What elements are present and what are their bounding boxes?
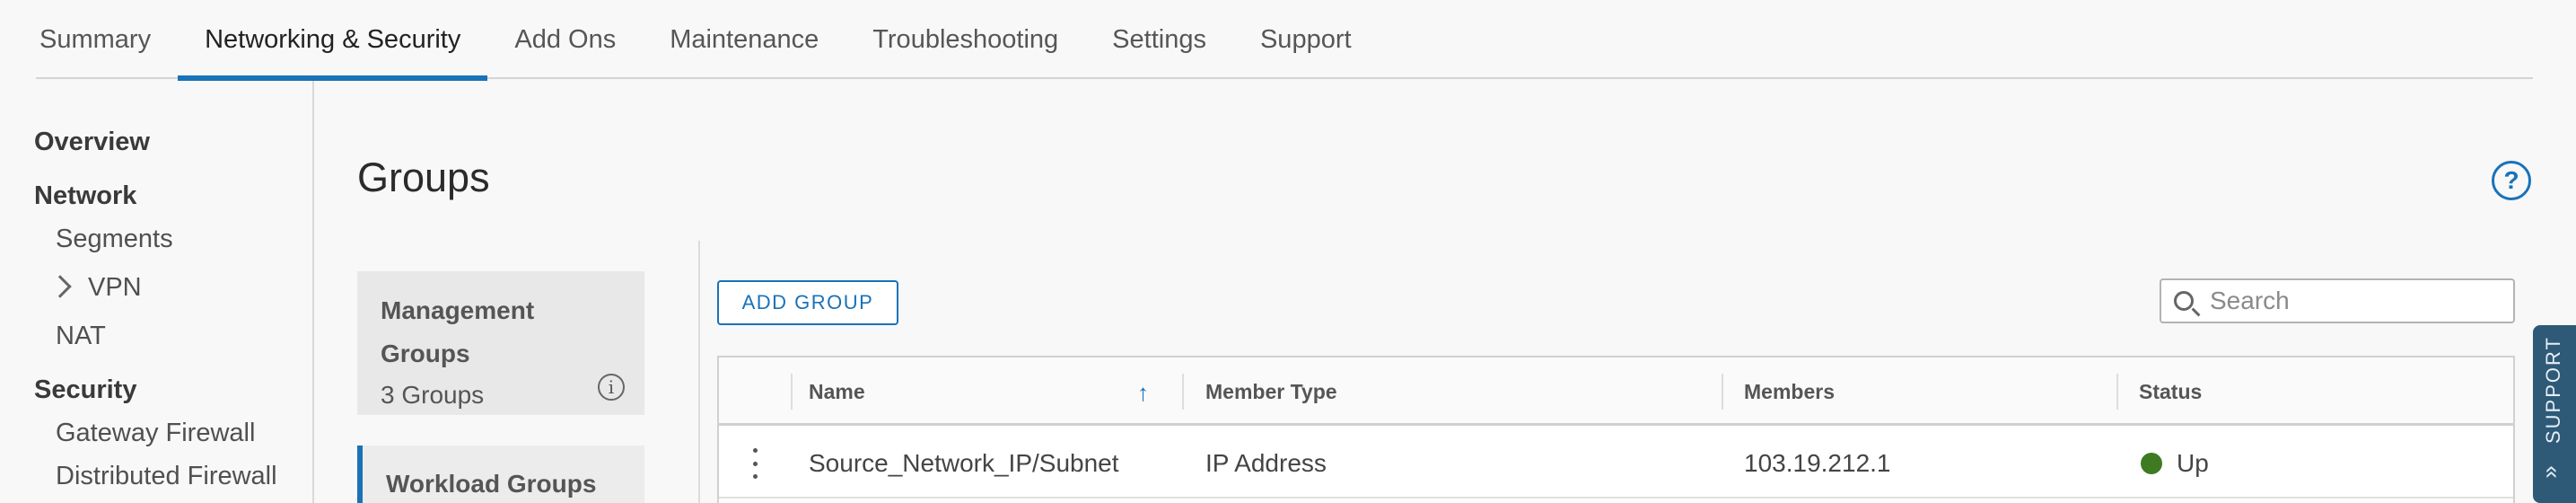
nav-security-header: Security [34, 375, 137, 404]
status-up-icon [2141, 453, 2162, 474]
chevron-right-icon[interactable] [48, 275, 72, 298]
workload-groups-title: Workload Groups [386, 470, 597, 498]
column-separator[interactable] [2116, 374, 2118, 410]
cell-status: Up [2141, 428, 2209, 499]
groups-table: Name ↑ Member Type Members Status Source… [717, 356, 2515, 503]
support-side-tab[interactable]: SUPPORT » [2533, 325, 2576, 503]
search-box[interactable] [2160, 278, 2515, 323]
tab-add-ons[interactable]: Add Ons [487, 0, 643, 79]
management-groups-title: Management Groups [381, 296, 535, 367]
tab-networking-security[interactable]: Networking & Security [178, 0, 488, 81]
status-label: Up [2177, 449, 2209, 477]
column-header-name[interactable]: Name [809, 357, 865, 426]
column-header-members[interactable]: Members [1744, 357, 1835, 426]
column-separator[interactable] [1722, 374, 1723, 410]
row-actions-kebab-icon[interactable] [751, 448, 758, 479]
table-header: Name ↑ Member Type Members Status [719, 357, 2513, 426]
nav-item-vpn[interactable]: VPN [88, 273, 142, 303]
support-tab-label: SUPPORT [2542, 336, 2564, 444]
tab-summary[interactable]: Summary [36, 0, 178, 79]
tab-support[interactable]: Support [1233, 0, 1379, 79]
search-icon [2174, 291, 2194, 311]
nav-item-segments[interactable]: Segments [56, 225, 173, 254]
page-title: Groups [357, 154, 490, 200]
workload-groups-card[interactable]: Workload Groups [357, 446, 644, 503]
management-groups-count: 3 Groups [381, 381, 485, 409]
cell-member-type: IP Address [1205, 449, 1327, 477]
tab-settings[interactable]: Settings [1085, 0, 1233, 79]
side-navigation: Overview Network Segments VPN NAT Securi… [0, 81, 314, 503]
nav-item-distributed-firewall[interactable]: Distributed Firewall [56, 462, 277, 491]
sort-ascending-icon[interactable]: ↑ [1137, 379, 1149, 407]
panel-divider [698, 241, 700, 503]
column-header-member-type[interactable]: Member Type [1205, 357, 1337, 426]
tab-maintenance[interactable]: Maintenance [643, 0, 846, 79]
nav-item-nat[interactable]: NAT [56, 322, 106, 351]
cell-members[interactable]: 103.19.212.1 [1744, 428, 1891, 499]
top-tab-bar: Summary Networking & Security Add Ons Ma… [36, 0, 2533, 81]
cell-name: Source_Network_IP/Subnet [809, 449, 1119, 477]
column-separator [791, 374, 793, 410]
nav-item-gateway-firewall[interactable]: Gateway Firewall [56, 419, 255, 448]
add-group-button[interactable]: ADD GROUP [717, 280, 898, 325]
table-row[interactable]: Source_Network_IP/Subnet IP Address 103.… [719, 428, 2513, 499]
nav-network-header: Network [34, 181, 137, 210]
info-icon[interactable]: i [598, 374, 625, 401]
double-chevron-up-icon: » [2536, 465, 2563, 479]
column-separator[interactable] [1182, 374, 1184, 410]
help-icon[interactable]: ? [2492, 161, 2531, 200]
column-header-status[interactable]: Status [2139, 357, 2202, 426]
nav-overview[interactable]: Overview [34, 128, 150, 157]
search-input[interactable] [2210, 287, 2497, 315]
management-groups-card[interactable]: Management Groups 3 Groups i [357, 271, 644, 415]
tab-troubleshooting[interactable]: Troubleshooting [846, 0, 1085, 79]
